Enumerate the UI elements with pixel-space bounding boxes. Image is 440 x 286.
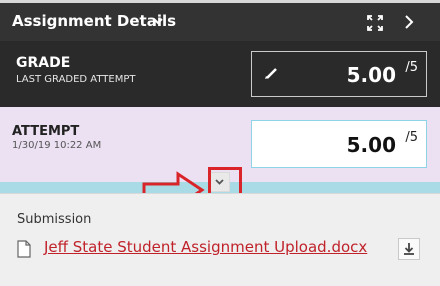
grade-sublabel: LAST GRADED ATTEMPT [16, 74, 136, 85]
submission-section: Submission Jeff State Student Assignment… [0, 194, 440, 286]
grade-score-box[interactable]: 5.00 /5 [251, 51, 427, 97]
download-button[interactable] [398, 238, 420, 260]
grade-score: 5.00 [346, 63, 396, 87]
chevron-down-icon[interactable] [149, 12, 167, 30]
attempt-label: ATTEMPT [12, 124, 80, 139]
file-icon [17, 240, 31, 258]
grade-out-of: /5 [405, 60, 418, 75]
pencil-icon[interactable] [264, 66, 278, 80]
chevron-right-icon[interactable] [400, 12, 418, 32]
grade-section: GRADE LAST GRADED ATTEMPT 5.00 /5 [0, 41, 440, 107]
attempt-out-of: /5 [405, 130, 418, 145]
expand-icon[interactable] [365, 13, 385, 33]
attempt-score: 5.00 [346, 133, 396, 157]
panel-header: Assignment Details [0, 3, 440, 41]
submission-file-link[interactable]: Jeff State Student Assignment Upload.doc… [44, 238, 367, 256]
attempt-score-field[interactable]: 5.00 /5 [251, 120, 427, 168]
download-icon [404, 243, 414, 255]
attempt-timestamp: 1/30/19 10:22 AM [12, 140, 102, 151]
grade-label: GRADE [16, 55, 71, 71]
submission-label: Submission [17, 212, 92, 227]
